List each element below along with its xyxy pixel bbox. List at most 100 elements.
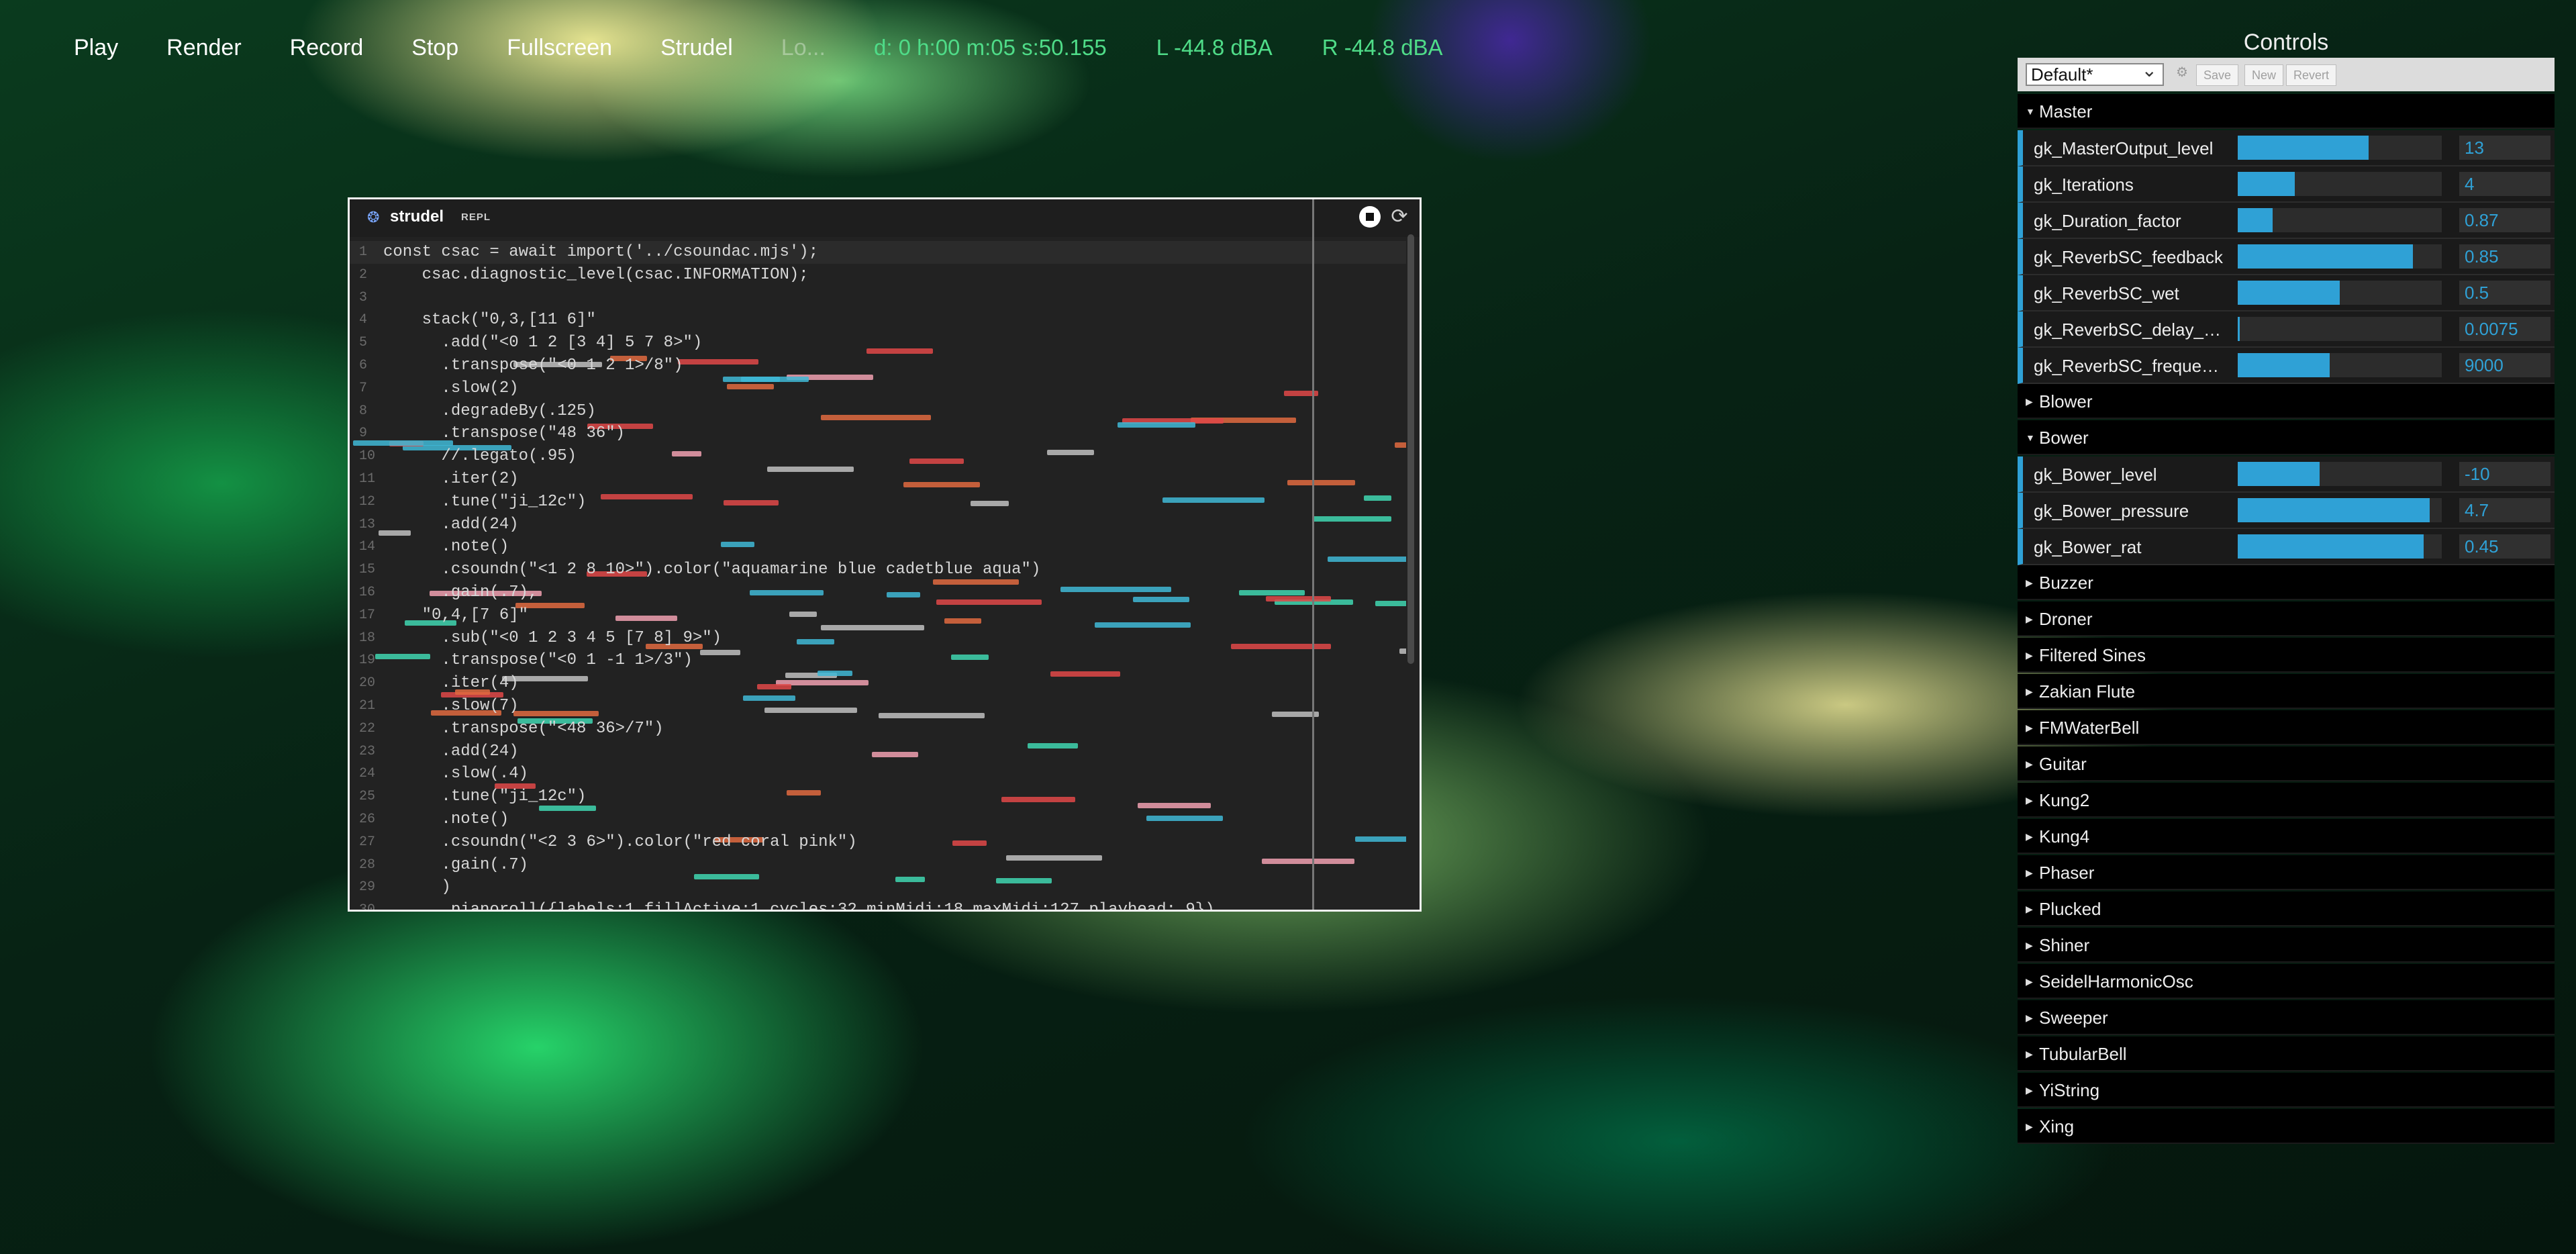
code-text: .degradeBy(.125) <box>383 401 596 420</box>
code-line[interactable]: 7 .slow(2) <box>350 377 1406 400</box>
code-line[interactable]: 5 .add("<0 1 2 [3 4] 5 7 8>") <box>350 332 1406 354</box>
code-line[interactable]: 18 .sub("<0 1 2 3 4 5 [7 8] 9>") <box>350 627 1406 650</box>
folder-header[interactable]: ▶ SeidelHarmonicOsc <box>2018 964 2555 999</box>
parameter-value-input[interactable]: 4.7 <box>2459 498 2550 522</box>
triangle-right-icon: ▶ <box>2026 686 2033 697</box>
code-line[interactable]: 21 .slow(7) <box>350 695 1406 718</box>
triangle-right-icon: ▶ <box>2026 1085 2033 1096</box>
parameter-row: gk_Iterations 4 <box>2018 166 2555 203</box>
code-editor[interactable]: 1 const csac = await import('../csoundac.… <box>350 241 1406 910</box>
folder-header[interactable]: ▶ FMWaterBell <box>2018 710 2555 745</box>
render-menu-item[interactable]: Render <box>166 35 242 61</box>
folder-header[interactable]: ▶ TubularBell <box>2018 1036 2555 1071</box>
parameter-slider[interactable] <box>2238 208 2442 232</box>
preset-select[interactable]: Default* <box>2026 60 2164 86</box>
folder-name: Shiner <box>2039 935 2090 955</box>
parameter-slider[interactable] <box>2238 462 2442 486</box>
line-number: 1 <box>359 244 368 260</box>
folder-header[interactable]: ▶ YiString <box>2018 1073 2555 1108</box>
code-line[interactable]: 8 .degradeBy(.125) <box>350 400 1406 423</box>
folder-header[interactable]: ▶ Kung2 <box>2018 783 2555 818</box>
code-line[interactable]: 4 stack("0,3,[11 6]" <box>350 309 1406 332</box>
folder-header[interactable]: ▶ Kung4 <box>2018 819 2555 854</box>
parameter-slider[interactable] <box>2238 136 2442 160</box>
parameter-slider[interactable] <box>2238 281 2442 305</box>
refresh-icon[interactable]: ⟳ <box>1389 206 1410 228</box>
stop-icon[interactable] <box>1359 206 1381 228</box>
play-menu-item[interactable]: Play <box>74 35 118 61</box>
code-line[interactable]: 24 .slow(.4) <box>350 763 1406 785</box>
record-menu-item[interactable]: Record <box>290 35 364 61</box>
folder-header[interactable]: ▶ Plucked <box>2018 891 2555 926</box>
parameter-slider[interactable] <box>2238 172 2442 196</box>
code-line[interactable]: 30 .pianoroll({labels:1,fillActive:1,cyc… <box>350 899 1406 910</box>
triangle-right-icon: ▶ <box>2026 650 2033 661</box>
folder-header[interactable]: ▶ Buzzer <box>2018 565 2555 600</box>
code-text: "0,4,[7 6]" <box>383 606 529 624</box>
code-line[interactable]: 10 //.legato(.95) <box>350 445 1406 468</box>
code-line[interactable]: 27 .csoundn("<2 3 6>").color("red coral … <box>350 831 1406 854</box>
code-line[interactable]: 25 .tune("ji_12c") <box>350 785 1406 808</box>
code-line[interactable]: 3 <box>350 287 1406 309</box>
line-number: 9 <box>359 426 368 442</box>
code-line[interactable]: 16 .gain(.7), <box>350 581 1406 604</box>
parameter-row: gk_ReverbSC_wet 0.5 <box>2018 275 2555 311</box>
strudel-menu-item[interactable]: Strudel <box>660 35 733 61</box>
code-line[interactable]: 13 .add(24) <box>350 514 1406 536</box>
parameter-value-input[interactable]: 0.85 <box>2459 244 2550 269</box>
parameter-slider[interactable] <box>2238 353 2442 377</box>
code-line[interactable]: 1 const csac = await import('../csoundac.… <box>350 241 1406 264</box>
folder-header[interactable]: ▼ Master <box>2018 94 2555 129</box>
folder-header[interactable]: ▶ Filtered Sines <box>2018 638 2555 673</box>
parameter-value-input[interactable]: 0.0075 <box>2459 317 2550 341</box>
folder-header[interactable]: ▶ Guitar <box>2018 746 2555 781</box>
folder-header[interactable]: ▶ Zakian Flute <box>2018 674 2555 709</box>
folder-header[interactable]: ▶ Blower <box>2018 384 2555 419</box>
folder-header[interactable]: ▶ Droner <box>2018 601 2555 636</box>
parameter-value-input[interactable]: 0.5 <box>2459 281 2550 305</box>
folder-header[interactable]: ▶ Xing <box>2018 1109 2555 1144</box>
code-line[interactable]: 2 csac.diagnostic_level(csac.INFORMATION… <box>350 264 1406 287</box>
new-button[interactable]: New <box>2244 64 2284 86</box>
code-line[interactable]: 17 "0,4,[7 6]" <box>350 604 1406 627</box>
parameter-slider[interactable] <box>2238 244 2442 269</box>
stop-menu-item[interactable]: Stop <box>411 35 458 61</box>
code-line[interactable]: 19 .transpose("<0 1 -1 1>/3") <box>350 649 1406 672</box>
code-line[interactable]: 29 ) <box>350 876 1406 899</box>
parameter-slider[interactable] <box>2238 498 2442 522</box>
line-number: 5 <box>359 335 368 351</box>
code-line[interactable]: 14 .note() <box>350 536 1406 559</box>
code-line[interactable]: 11 .iter(2) <box>350 468 1406 491</box>
parameter-value-input[interactable]: 4 <box>2459 172 2550 196</box>
folder-header[interactable]: ▶ Phaser <box>2018 855 2555 890</box>
editor-scrollbar[interactable] <box>1407 234 1414 664</box>
parameter-name: gk_ReverbSC_feedback <box>2034 247 2223 267</box>
save-button[interactable]: Save <box>2196 64 2239 86</box>
code-line[interactable]: 23 .add(24) <box>350 740 1406 763</box>
code-line[interactable]: 12 .tune("ji_12c") <box>350 491 1406 514</box>
revert-button[interactable]: Revert <box>2286 64 2337 86</box>
parameter-value-input[interactable]: 13 <box>2459 136 2550 160</box>
folder-header[interactable]: ▶ Shiner <box>2018 928 2555 963</box>
code-line[interactable]: 26 .note() <box>350 808 1406 831</box>
folder-name: Master <box>2039 101 2093 122</box>
parameter-slider[interactable] <box>2238 317 2442 341</box>
code-line[interactable]: 15 .csoundn("<1 2 8 10>").color("aquamar… <box>350 559 1406 581</box>
parameter-value-input[interactable]: -10 <box>2459 462 2550 486</box>
folder-header[interactable]: ▶ Sweeper <box>2018 1000 2555 1035</box>
log-menu-item[interactable]: Lo... <box>781 35 826 61</box>
code-line[interactable]: 20 .iter(4) <box>350 672 1406 695</box>
parameter-value-input[interactable]: 0.87 <box>2459 208 2550 232</box>
code-line[interactable]: 6 .transpose("<0 1 2 1>/8") <box>350 354 1406 377</box>
fullscreen-menu-item[interactable]: Fullscreen <box>507 35 612 61</box>
folder-header[interactable]: ▼ Bower <box>2018 420 2555 455</box>
parameter-value-input[interactable]: 9000 <box>2459 353 2550 377</box>
code-line[interactable]: 28 .gain(.7) <box>350 854 1406 877</box>
code-text: .slow(7) <box>383 696 519 715</box>
folder-name: Plucked <box>2039 899 2101 919</box>
parameter-value-input[interactable]: 0.45 <box>2459 534 2550 559</box>
code-line[interactable]: 22 .transpose("<48 36>/7") <box>350 718 1406 740</box>
code-line[interactable]: 9 .transpose("48 36") <box>350 422 1406 445</box>
parameter-slider[interactable] <box>2238 534 2442 559</box>
gear-icon[interactable]: ⚙ <box>2176 66 2189 79</box>
